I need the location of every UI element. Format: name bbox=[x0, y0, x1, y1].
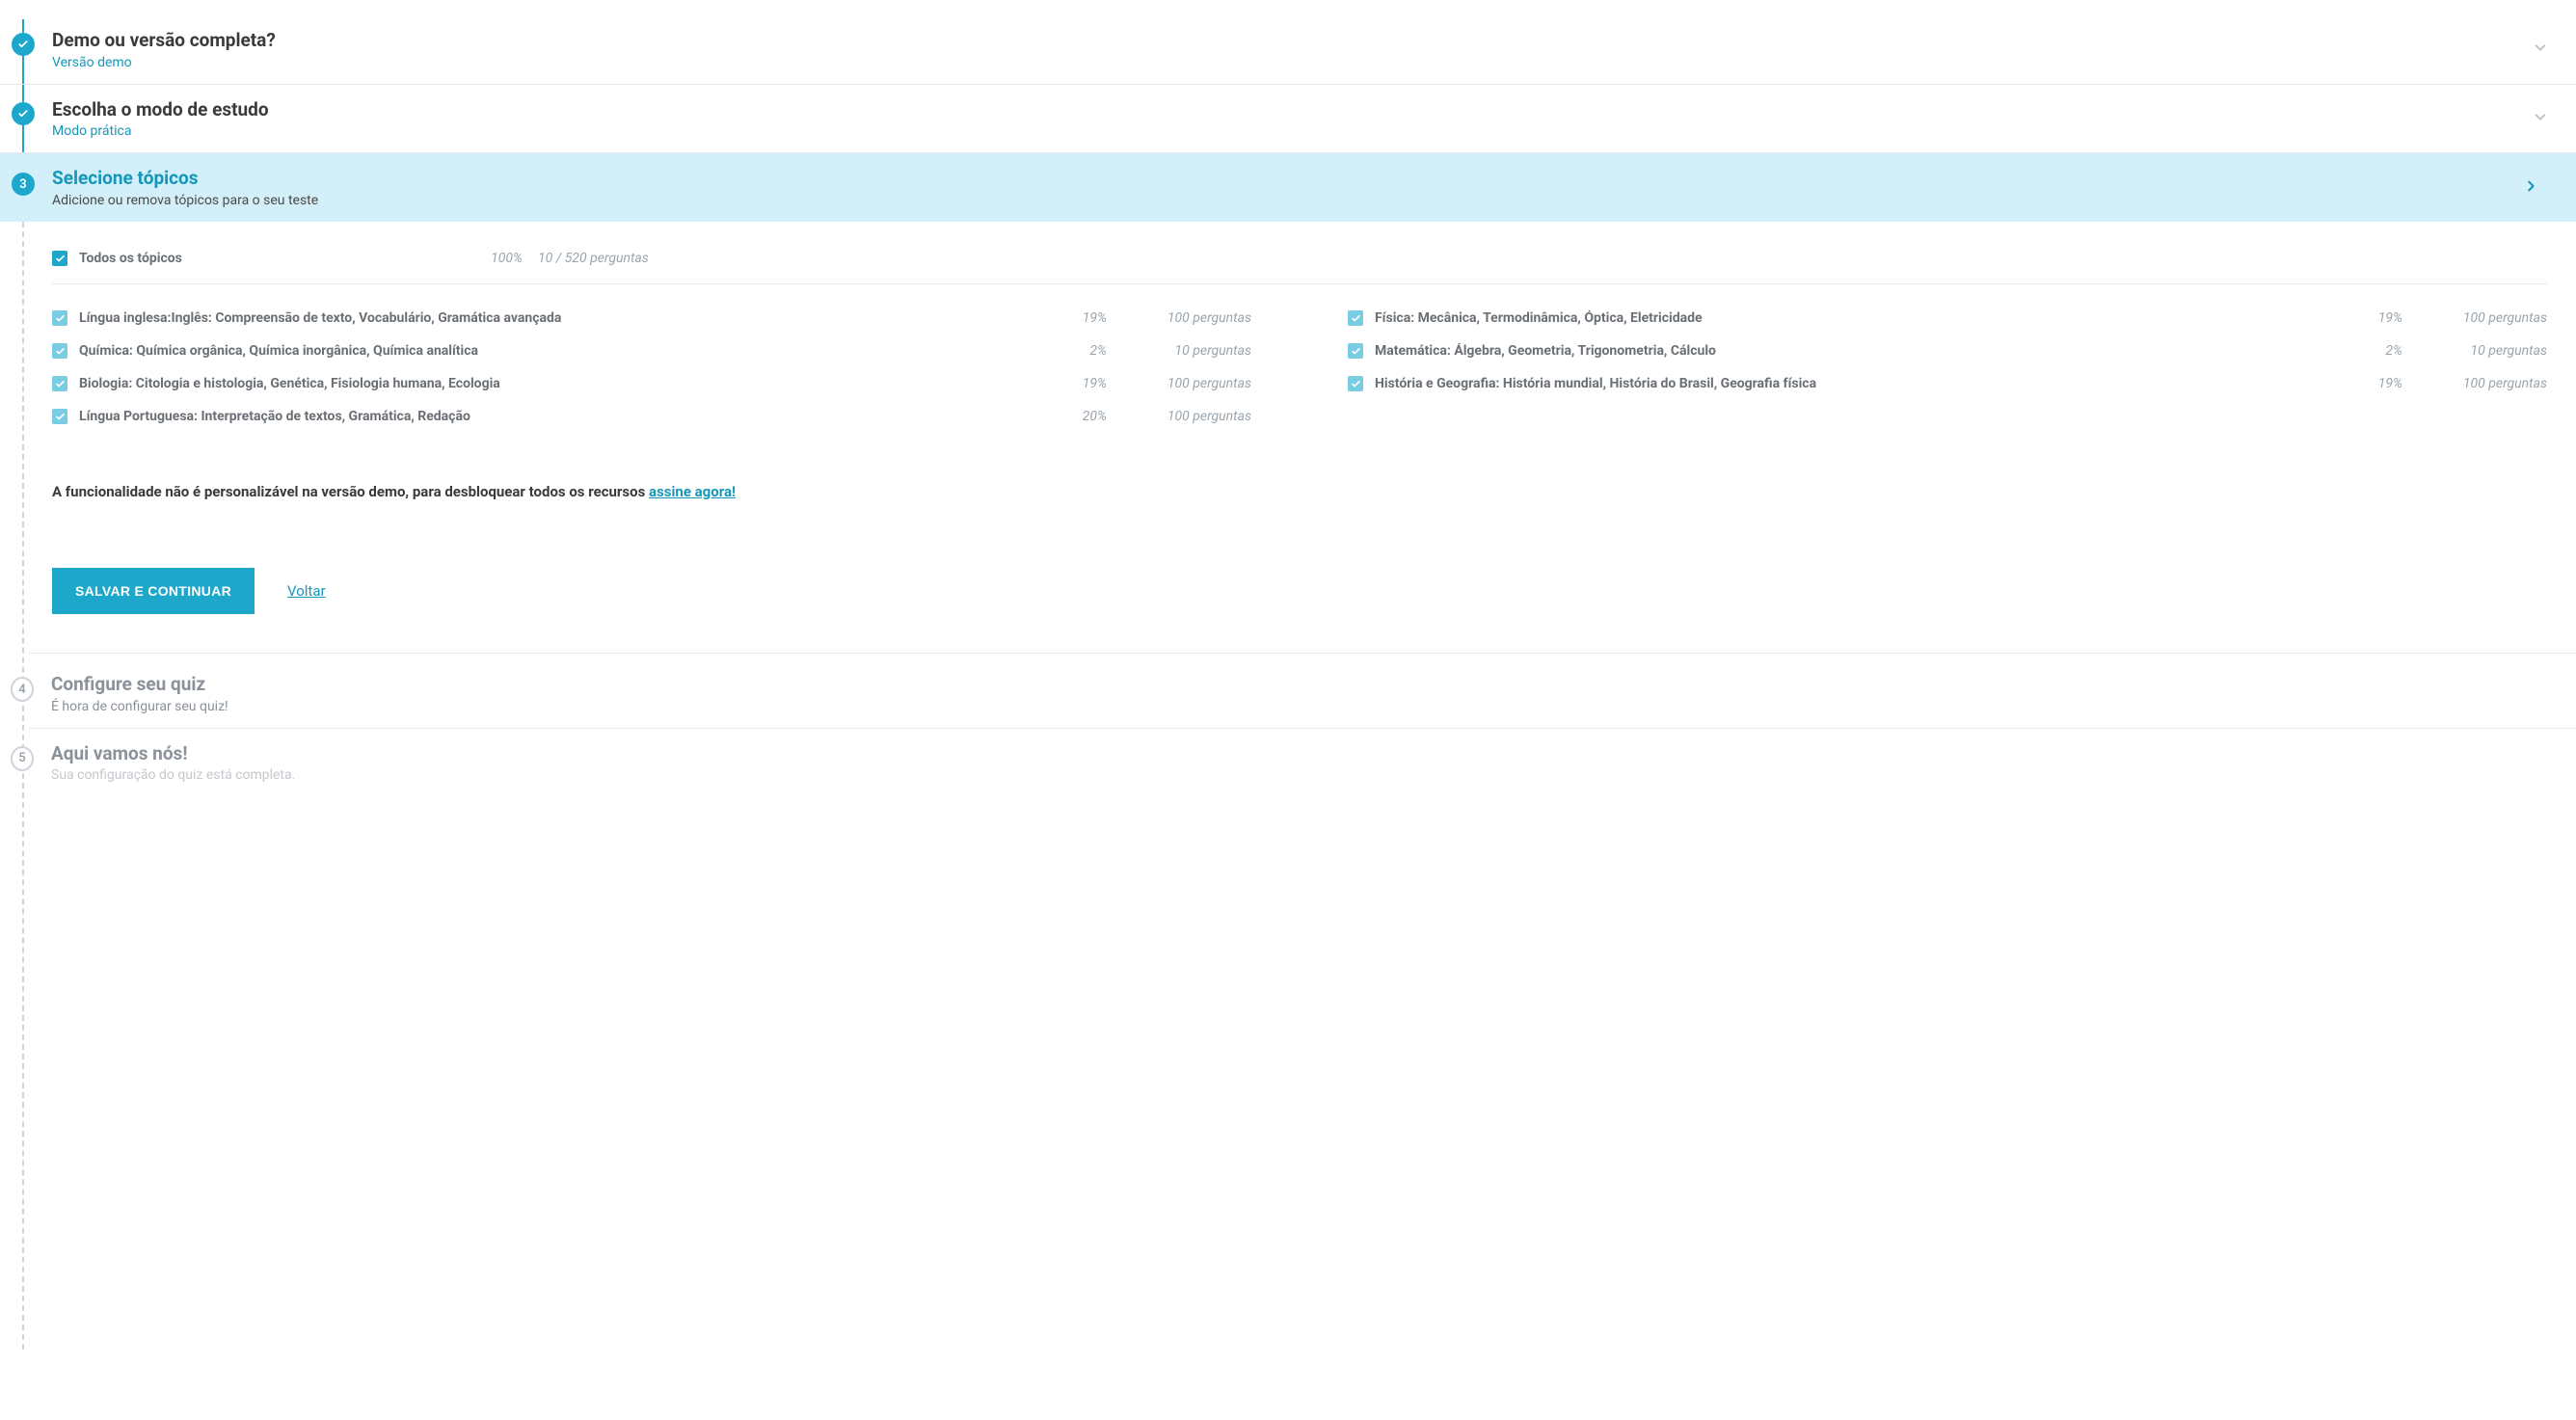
checkbox-topic[interactable] bbox=[52, 343, 67, 359]
chevron-right-icon bbox=[2524, 179, 2537, 197]
checkbox-topic[interactable] bbox=[52, 376, 67, 391]
all-topics-questions: 10 / 520 perguntas bbox=[538, 251, 683, 266]
chevron-down-icon bbox=[2534, 40, 2547, 58]
back-link[interactable]: Voltar bbox=[287, 582, 326, 600]
topic-label: Matemática: Álgebra, Geometria, Trigonom… bbox=[1375, 343, 2354, 359]
step-title: Escolha o modo de estudo bbox=[52, 98, 269, 122]
step-demo-version[interactable]: Demo ou versão completa? Versão demo bbox=[0, 10, 2576, 85]
step-title: Configure seu quiz bbox=[51, 673, 228, 697]
topic-label: Língua Portuguesa: Interpretação de text… bbox=[79, 409, 1059, 424]
step-subtitle: Versão demo bbox=[52, 55, 276, 70]
topic-label: Química: Química orgânica, Química inorg… bbox=[79, 343, 1059, 359]
step-subtitle: Modo prática bbox=[52, 123, 269, 139]
subscribe-now-link[interactable]: assine agora! bbox=[649, 483, 736, 500]
step-subtitle: É hora de configurar seu quiz! bbox=[51, 699, 228, 714]
topic-questions: 100 perguntas bbox=[1145, 310, 1251, 326]
topic-row[interactable]: Língua inglesa:Inglês: Compreensão de te… bbox=[52, 302, 1251, 335]
topic-row[interactable]: Matemática: Álgebra, Geometria, Trigonom… bbox=[1348, 335, 2547, 367]
topics-grid: Língua inglesa:Inglês: Compreensão de te… bbox=[52, 284, 2547, 441]
step-subtitle: Adicione ou remova tópicos para o seu te… bbox=[52, 193, 318, 208]
topic-pct: 19% bbox=[1059, 376, 1107, 391]
topic-pct: 19% bbox=[1059, 310, 1107, 326]
checkbox-topic[interactable] bbox=[1348, 343, 1363, 359]
topic-pct: 19% bbox=[2354, 310, 2402, 326]
topic-pct: 2% bbox=[2354, 343, 2402, 359]
demo-restriction-note: A funcionalidade não é personalizável na… bbox=[52, 483, 2547, 500]
step-number-badge: 4 bbox=[11, 677, 34, 702]
checkbox-topic[interactable] bbox=[1348, 376, 1363, 391]
checkbox-topic[interactable] bbox=[1348, 310, 1363, 326]
all-topics-row[interactable]: Todos os tópicos 100% 10 / 520 perguntas bbox=[52, 245, 2547, 284]
topic-questions: 10 perguntas bbox=[2441, 343, 2547, 359]
checkbox-topic[interactable] bbox=[52, 310, 67, 326]
topic-questions: 10 perguntas bbox=[1145, 343, 1251, 359]
topic-row[interactable]: Química: Química orgânica, Química inorg… bbox=[52, 335, 1251, 367]
topic-questions: 100 perguntas bbox=[1145, 376, 1251, 391]
topic-label: Língua inglesa:Inglês: Compreensão de te… bbox=[79, 310, 1059, 326]
step-ready[interactable]: 5 Aqui vamos nós! Sua configuração do qu… bbox=[0, 729, 2576, 788]
step-number-badge: 3 bbox=[12, 173, 35, 196]
save-continue-button[interactable]: SALVAR E CONTINUAR bbox=[52, 568, 255, 614]
step-configure-quiz[interactable]: 4 Configure seu quiz É hora de configura… bbox=[0, 654, 2576, 728]
topic-questions: 100 perguntas bbox=[2441, 310, 2547, 326]
topic-row[interactable]: Física: Mecânica, Termodinâmica, Óptica,… bbox=[1348, 302, 2547, 335]
all-topics-pct: 100% bbox=[465, 251, 523, 266]
topic-pct: 19% bbox=[2354, 376, 2402, 391]
topic-pct: 2% bbox=[1059, 343, 1107, 359]
topic-row[interactable]: História e Geografia: História mundial, … bbox=[1348, 367, 2547, 400]
topic-row[interactable]: Biologia: Citologia e histologia, Genéti… bbox=[52, 367, 1251, 400]
check-icon bbox=[12, 102, 35, 125]
chevron-down-icon bbox=[2534, 110, 2547, 127]
step-select-topics[interactable]: 3 Selecione tópicos Adicione ou remova t… bbox=[0, 153, 2576, 222]
topic-questions: 100 perguntas bbox=[1145, 409, 1251, 424]
step-title: Selecione tópicos bbox=[52, 167, 318, 191]
topic-label: Biologia: Citologia e histologia, Genéti… bbox=[79, 376, 1059, 391]
topic-label: Física: Mecânica, Termodinâmica, Óptica,… bbox=[1375, 310, 2354, 326]
checkbox-topic[interactable] bbox=[52, 409, 67, 424]
step-study-mode[interactable]: Escolha o modo de estudo Modo prática bbox=[0, 85, 2576, 154]
checkbox-all-topics[interactable] bbox=[52, 251, 67, 266]
step-title: Demo ou versão completa? bbox=[52, 29, 276, 53]
check-icon bbox=[12, 33, 35, 56]
step-title: Aqui vamos nós! bbox=[51, 742, 295, 766]
step-select-topics-body: Todos os tópicos 100% 10 / 520 perguntas… bbox=[52, 222, 2576, 653]
demo-note-text: A funcionalidade não é personalizável na… bbox=[52, 483, 649, 500]
topic-pct: 20% bbox=[1059, 409, 1107, 424]
step-number-badge: 5 bbox=[11, 746, 34, 771]
step-subtitle: Sua configuração do quiz está completa. bbox=[51, 767, 295, 783]
topic-row[interactable]: Língua Portuguesa: Interpretação de text… bbox=[52, 400, 1251, 433]
topic-label: História e Geografia: História mundial, … bbox=[1375, 376, 2354, 391]
topic-questions: 100 perguntas bbox=[2441, 376, 2547, 391]
all-topics-label: Todos os tópicos bbox=[79, 251, 465, 266]
